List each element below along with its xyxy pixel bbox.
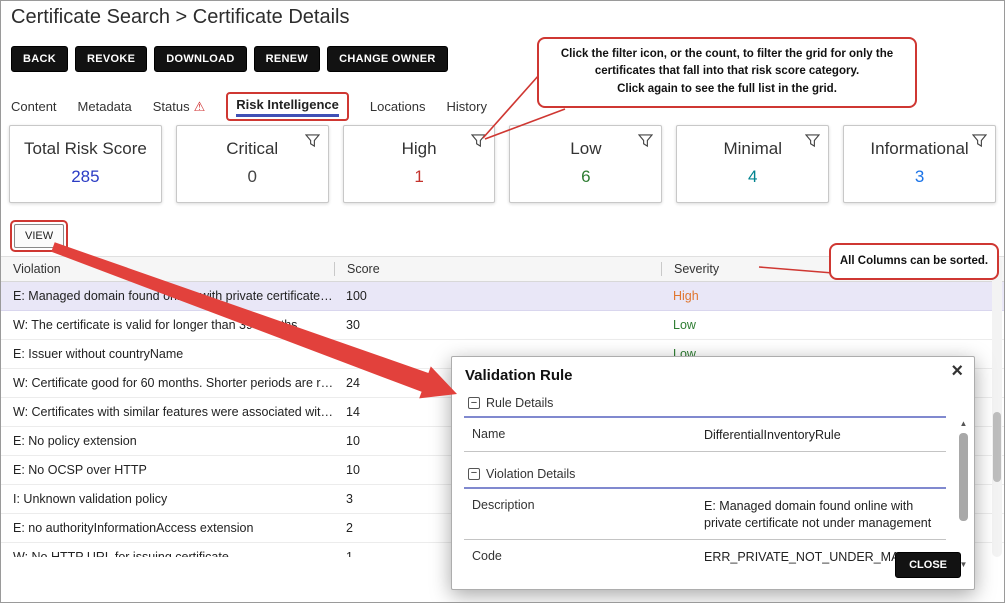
sort-annotation-text: All Columns can be sorted. bbox=[835, 253, 993, 270]
violation-cell: W: Certificate good for 60 months. Short… bbox=[1, 376, 334, 390]
tab-locations[interactable]: Locations bbox=[370, 99, 426, 114]
dialog-scrollbar-thumb[interactable] bbox=[959, 433, 968, 521]
violation-details-section-header: − Violation Details bbox=[464, 462, 946, 489]
filter-icon[interactable] bbox=[972, 133, 987, 153]
tab-risk-intelligence[interactable]: Risk Intelligence bbox=[226, 92, 349, 121]
dialog-scrollbar[interactable]: ▲ ▼ bbox=[957, 419, 970, 569]
violation-cell: I: Unknown validation policy bbox=[1, 492, 334, 506]
field-value: DifferentialInventoryRule bbox=[704, 427, 946, 444]
code-field-row: Code ERR_PRIVATE_NOT_UNDER_MANAGEMENT bbox=[464, 540, 946, 567]
severity-cell: High bbox=[661, 289, 1004, 303]
sort-annotation-callout: All Columns can be sorted. bbox=[829, 243, 999, 280]
filter-icon[interactable] bbox=[805, 133, 820, 153]
risk-score-cards: Total Risk Score 285 Critical 0 High 1 L… bbox=[9, 125, 996, 203]
tab-bar: Content Metadata Status ⚠ Risk Intellige… bbox=[11, 91, 487, 121]
back-button[interactable]: BACK bbox=[11, 46, 68, 72]
view-button[interactable]: VIEW bbox=[14, 224, 64, 248]
filter-icon[interactable] bbox=[471, 133, 486, 153]
toolbar: BACK REVOKE DOWNLOAD RENEW CHANGE OWNER bbox=[11, 46, 448, 72]
section-title: Rule Details bbox=[486, 396, 553, 410]
collapse-icon[interactable]: − bbox=[468, 468, 480, 480]
tab-label: Status bbox=[153, 99, 190, 114]
dialog-body: − Rule Details Name DifferentialInventor… bbox=[464, 389, 946, 567]
risk-card-minimal[interactable]: Minimal 4 bbox=[676, 125, 829, 203]
change-owner-button[interactable]: CHANGE OWNER bbox=[327, 46, 448, 72]
name-field-row: Name DifferentialInventoryRule bbox=[464, 418, 946, 452]
tab-label: Metadata bbox=[78, 99, 132, 114]
section-title: Violation Details bbox=[486, 467, 575, 481]
validation-rule-dialog: Validation Rule × − Rule Details Name Di… bbox=[451, 356, 975, 590]
card-count[interactable]: 0 bbox=[177, 167, 328, 187]
violation-cell: E: no authorityInformationAccess extensi… bbox=[1, 521, 334, 535]
field-value: E: Managed domain found online with priv… bbox=[704, 498, 946, 532]
tab-content[interactable]: Content bbox=[11, 99, 57, 114]
breadcrumb: Certificate Search > Certificate Details bbox=[11, 6, 349, 29]
violation-cell: E: No policy extension bbox=[1, 434, 334, 448]
score-cell: 100 bbox=[334, 289, 661, 303]
card-label: Total Risk Score bbox=[10, 139, 161, 159]
filter-annotation-callout: Click the filter icon, or the count, to … bbox=[537, 37, 917, 108]
field-label: Name bbox=[472, 427, 704, 444]
rule-details-section-header: − Rule Details bbox=[464, 391, 946, 418]
card-count[interactable]: 4 bbox=[677, 167, 828, 187]
filter-annotation-text: Click again to see the full list in the … bbox=[547, 81, 907, 98]
download-button[interactable]: DOWNLOAD bbox=[154, 46, 246, 72]
tab-label: Risk Intelligence bbox=[236, 97, 339, 117]
close-button[interactable]: CLOSE bbox=[895, 552, 961, 578]
dialog-title: Validation Rule bbox=[465, 367, 573, 384]
field-label: Code bbox=[472, 549, 704, 567]
revoke-button[interactable]: REVOKE bbox=[75, 46, 147, 72]
tab-history[interactable]: History bbox=[447, 99, 487, 114]
tab-label: Content bbox=[11, 99, 57, 114]
violation-cell: E: No OCSP over HTTP bbox=[1, 463, 334, 477]
filter-annotation-text: Click the filter icon, or the count, to … bbox=[547, 46, 907, 81]
collapse-icon[interactable]: − bbox=[468, 397, 480, 409]
grid-scrollbar[interactable] bbox=[992, 257, 1002, 557]
grid-scrollbar-thumb[interactable] bbox=[993, 412, 1001, 482]
violation-cell: E: Issuer without countryName bbox=[1, 347, 334, 361]
score-cell: 30 bbox=[334, 318, 661, 332]
scroll-up-icon[interactable]: ▲ bbox=[957, 419, 970, 428]
risk-card-low[interactable]: Low 6 bbox=[509, 125, 662, 203]
certificate-details-page: Certificate Search > Certificate Details… bbox=[0, 0, 1005, 603]
severity-cell: Low bbox=[661, 318, 1004, 332]
column-header-score[interactable]: Score bbox=[334, 262, 661, 276]
card-count[interactable]: 1 bbox=[344, 167, 495, 187]
tab-label: Locations bbox=[370, 99, 426, 114]
close-icon[interactable]: × bbox=[951, 361, 963, 381]
filter-icon[interactable] bbox=[638, 133, 653, 153]
tab-metadata[interactable]: Metadata bbox=[78, 99, 132, 114]
risk-card-critical[interactable]: Critical 0 bbox=[176, 125, 329, 203]
warning-icon: ⚠ bbox=[194, 100, 206, 113]
table-row[interactable]: W: The certificate is valid for longer t… bbox=[1, 311, 1004, 340]
field-label: Description bbox=[472, 498, 704, 532]
violation-cell: E: Managed domain found online with priv… bbox=[1, 289, 334, 303]
risk-card-high[interactable]: High 1 bbox=[343, 125, 496, 203]
tab-label: History bbox=[447, 99, 487, 114]
filter-icon[interactable] bbox=[305, 133, 320, 153]
risk-card-informational[interactable]: Informational 3 bbox=[843, 125, 996, 203]
violation-cell: W: No HTTP URL for issuing certificate bbox=[1, 550, 334, 557]
card-count[interactable]: 6 bbox=[510, 167, 661, 187]
renew-button[interactable]: RENEW bbox=[254, 46, 320, 72]
tab-status[interactable]: Status ⚠ bbox=[153, 99, 206, 114]
card-count[interactable]: 285 bbox=[10, 167, 161, 187]
table-row[interactable]: E: Managed domain found online with priv… bbox=[1, 282, 1004, 311]
description-field-row: Description E: Managed domain found onli… bbox=[464, 489, 946, 540]
column-header-violation[interactable]: Violation bbox=[1, 262, 334, 276]
risk-card-total[interactable]: Total Risk Score 285 bbox=[9, 125, 162, 203]
view-button-annotation-box: VIEW bbox=[10, 220, 68, 252]
violation-cell: W: Certificates with similar features we… bbox=[1, 405, 334, 419]
violation-cell: W: The certificate is valid for longer t… bbox=[1, 318, 334, 332]
card-count[interactable]: 3 bbox=[844, 167, 995, 187]
